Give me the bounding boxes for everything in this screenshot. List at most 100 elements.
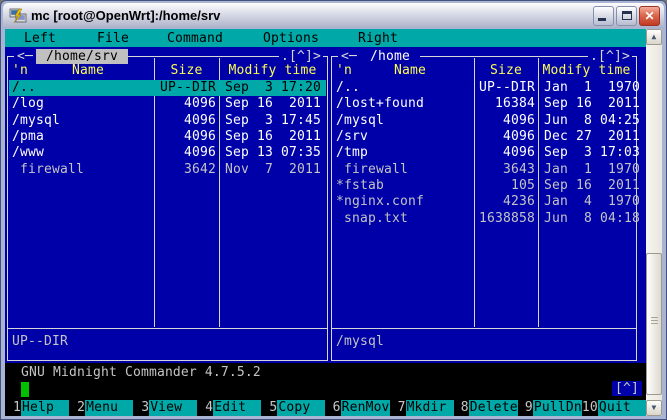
- file-mtime: Jan 4 1970: [544, 194, 640, 210]
- file-size: UP--DIR: [476, 80, 535, 96]
- maximize-icon: [622, 11, 632, 20]
- file-name: firewall: [336, 162, 408, 178]
- file-row[interactable]: *fstab105Sep 16 2011: [333, 178, 635, 194]
- file-mtime: Jan 1 1970: [544, 80, 640, 96]
- command-line-cursor[interactable]: [21, 382, 29, 397]
- file-name: /srv: [336, 129, 368, 145]
- fkey-delete-button[interactable]: 8Delete: [454, 400, 518, 416]
- fkey-mkdir-button[interactable]: 7Mkdir: [390, 400, 454, 416]
- fkey-label: Menu: [85, 400, 133, 416]
- scrollbar-up-icon[interactable]: ▲: [646, 29, 662, 45]
- file-mtime: Dec 27 2011: [544, 129, 640, 145]
- file-list: /..UP--DIRJan 1 1970/lost+found16384Sep …: [333, 80, 635, 227]
- file-row[interactable]: snap.txt1638858Jun 8 04:18: [333, 211, 635, 227]
- panel-left-marker[interactable]: <─: [338, 49, 360, 64]
- file-size: 4096: [156, 96, 216, 112]
- fkey-label: View: [149, 400, 197, 416]
- file-mtime: Sep 16 2011: [225, 96, 321, 112]
- fkey-pulldn-button[interactable]: 9PullDn: [518, 400, 582, 416]
- titlebar[interactable]: mc [root@OpenWrt]:/home/srv ✕: [3, 3, 664, 28]
- menu-item-left[interactable]: Left: [24, 30, 56, 47]
- fkey-number: 3: [133, 400, 149, 416]
- file-size: 4096: [476, 129, 535, 145]
- file-size: 4096: [156, 129, 216, 145]
- fkey-quit-button[interactable]: 10Quit: [582, 400, 646, 416]
- left-panel-path[interactable]: /home/srv: [36, 49, 128, 64]
- column-header-mtime[interactable]: Modify time: [219, 63, 326, 79]
- column-header-name[interactable]: Name: [22, 63, 154, 79]
- file-mtime: Sep 3 17:45: [225, 113, 321, 129]
- maximize-button[interactable]: [616, 6, 637, 26]
- file-row[interactable]: /pma4096Sep 16 2011: [9, 129, 326, 145]
- file-row[interactable]: /lost+found16384Sep 16 2011: [333, 96, 635, 112]
- file-row[interactable]: *nginx.conf4236Jan 4 1970: [333, 194, 635, 210]
- fkey-edit-button[interactable]: 4Edit: [197, 400, 261, 416]
- menu-item-command[interactable]: Command: [167, 30, 223, 47]
- close-button[interactable]: ✕: [639, 6, 660, 26]
- file-size: UP--DIR: [156, 80, 216, 96]
- mini-status-left: UP--DIR: [12, 334, 68, 350]
- file-size: 4096: [476, 113, 535, 129]
- menu-item-file[interactable]: File: [97, 30, 129, 47]
- fkey-renmov-button[interactable]: 6RenMov: [325, 400, 389, 416]
- file-row[interactable]: /srv4096Dec 27 2011: [333, 129, 635, 145]
- file-name: /mysql: [336, 113, 384, 129]
- file-size: 4096: [156, 113, 216, 129]
- scrollback-badge[interactable]: [^]: [612, 381, 642, 396]
- file-name: snap.txt: [336, 211, 408, 227]
- menu-item-right[interactable]: Right: [358, 30, 398, 47]
- column-header-mtime[interactable]: Modify time: [538, 63, 635, 79]
- file-name: *nginx.conf: [336, 194, 424, 210]
- file-size: 4236: [476, 194, 535, 210]
- fkey-number: 5: [261, 400, 277, 416]
- scrollbar[interactable]: ▲ ▼: [646, 29, 662, 416]
- file-row[interactable]: /tmp4096Sep 3 17:03: [333, 145, 635, 161]
- fkey-label: Mkdir: [406, 400, 454, 416]
- file-mtime: Jan 1 1970: [544, 162, 640, 178]
- fkey-label: RenMov: [341, 400, 390, 416]
- fkey-copy-button[interactable]: 5Copy: [261, 400, 325, 416]
- file-size: 4096: [156, 145, 216, 161]
- file-name: /..: [336, 80, 360, 96]
- fkey-menu-button[interactable]: 2Menu: [69, 400, 133, 416]
- file-row[interactable]: firewall3643Jan 1 1970: [333, 162, 635, 178]
- file-size: 3642: [156, 162, 216, 178]
- scrollbar-thumb[interactable]: [646, 253, 662, 395]
- file-name: /log: [12, 96, 44, 112]
- column-header-size[interactable]: Size: [474, 63, 538, 79]
- panel-left-marker[interactable]: <─: [14, 49, 36, 64]
- console-area: GNU Midnight Commander 4.7.5.2 [^] 1Help…: [5, 363, 646, 416]
- file-row[interactable]: /log 4096 Sep 16 2011: [9, 96, 326, 112]
- fkey-number: 9: [518, 400, 533, 416]
- file-name: /lost+found: [336, 96, 424, 112]
- file-name: firewall: [12, 162, 84, 178]
- scrollbar-down-icon[interactable]: ▼: [646, 400, 662, 416]
- fkey-label: Quit: [598, 400, 646, 416]
- column-header-name[interactable]: Name: [346, 63, 474, 79]
- file-row[interactable]: /www4096Sep 13 07:35: [9, 145, 326, 161]
- file-row[interactable]: /mysql4096Sep 3 17:45: [9, 113, 326, 129]
- file-row[interactable]: /mysql4096Jun 8 04:25: [333, 113, 635, 129]
- fkey-help-button[interactable]: 1Help: [5, 400, 69, 416]
- minimize-button[interactable]: [593, 6, 614, 26]
- fkey-label: Help: [21, 400, 69, 416]
- file-mtime: Nov 7 2011: [225, 162, 321, 178]
- fkey-number: 1: [5, 400, 21, 416]
- panels-area: <─ /home/srv .[^]> 'n Name Size Modify t…: [5, 47, 646, 363]
- right-panel-path[interactable]: /home: [360, 49, 420, 64]
- file-mtime: Sep 3 17:03: [544, 145, 640, 161]
- file-row[interactable]: /..UP--DIRJan 1 1970: [333, 80, 635, 96]
- file-mtime: Sep 13 07:35: [225, 145, 321, 161]
- file-name: /pma: [12, 129, 44, 145]
- file-row[interactable]: /..UP--DIRSep 3 17:20: [9, 80, 326, 96]
- file-row[interactable]: firewall 3642 Nov 7 2011: [9, 162, 326, 178]
- mini-status-divider: [8, 328, 327, 329]
- function-key-bar: 1Help2Menu3View4Edit5Copy6RenMov7Mkdir8D…: [5, 400, 646, 416]
- fkey-label: Copy: [277, 400, 325, 416]
- file-name: *fstab: [336, 178, 384, 194]
- fkey-view-button[interactable]: 3View: [133, 400, 197, 416]
- menu-item-options[interactable]: Options: [263, 30, 319, 47]
- column-header-size[interactable]: Size: [154, 63, 219, 79]
- fkey-number: 6: [325, 400, 340, 416]
- menubar: Left File Command Options Right: [5, 29, 646, 47]
